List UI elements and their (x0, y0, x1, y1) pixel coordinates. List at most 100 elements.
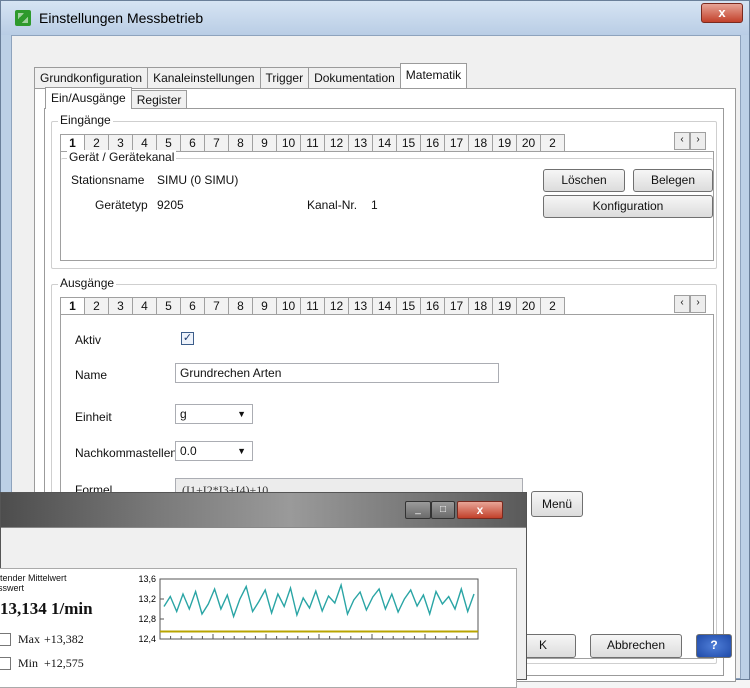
title-bar[interactable]: Einstellungen Messbetrieb x (1, 1, 749, 35)
output-channel-tab-15[interactable]: 15 (396, 297, 421, 315)
output-tab-scroller: ‹ › (674, 295, 706, 313)
output-channel-tabs: 1 2 3 4 5 6 7 8 9 10 11 12 13 14 15 16 17 18 19 20 2 (60, 297, 565, 315)
output-channel-tab-4[interactable]: 4 (132, 297, 157, 315)
aktiv-label: Aktiv (75, 333, 102, 347)
min-value: +12,575 (44, 656, 84, 670)
scroll-right-icon[interactable]: › (690, 132, 706, 150)
einheit-label: Einheit (75, 410, 112, 424)
name-input[interactable]: Grundrechen Arten (175, 363, 499, 383)
tab-matematik[interactable]: Matematik (399, 63, 468, 88)
chart-desc-line2: sswert (0, 583, 25, 593)
geraetetyp-value: 9205 (157, 198, 184, 212)
chart-close-button[interactable]: x (457, 501, 503, 519)
maximize-button[interactable]: □ (431, 501, 455, 519)
output-channel-tab-7[interactable]: 7 (204, 297, 229, 315)
output-channel-tab-10[interactable]: 10 (276, 297, 301, 315)
input-channel-tab-12[interactable]: 12 (324, 134, 349, 152)
output-channel-tab-2[interactable]: 2 (84, 297, 109, 315)
input-channel-tab-6[interactable]: 6 (180, 134, 205, 152)
max-value: +13,382 (44, 632, 84, 646)
max-checkbox[interactable] (0, 633, 11, 646)
output-channel-tab-6[interactable]: 6 (180, 297, 205, 315)
input-channel-tab-17[interactable]: 17 (444, 134, 469, 152)
output-channel-tab-9[interactable]: 9 (252, 297, 277, 315)
tab-ein-ausgaenge[interactable]: Ein/Ausgänge (45, 87, 132, 109)
stationsname-value: SIMU (0 SIMU) (157, 173, 239, 187)
tab-register[interactable]: Register (130, 90, 188, 109)
scroll-left-icon[interactable]: ‹ (674, 132, 690, 150)
y-tick-label: 12,8 (138, 614, 156, 624)
min-label: Min (18, 656, 39, 670)
aktiv-checkbox[interactable]: ✓ (181, 332, 194, 345)
input-tab-scroller: ‹ › (674, 132, 706, 150)
output-channel-tab-12[interactable]: 12 (324, 297, 349, 315)
scroll-right-icon[interactable]: › (690, 295, 706, 313)
minimize-button[interactable]: _ (405, 501, 431, 519)
help-button[interactable]: ? (696, 634, 732, 658)
min-checkbox[interactable] (0, 657, 11, 670)
menu-button[interactable]: Menü (531, 491, 583, 517)
tab-trigger[interactable]: Trigger (259, 67, 310, 88)
output-channel-tab-8[interactable]: 8 (228, 297, 253, 315)
loeschen-button[interactable]: Löschen (543, 169, 625, 192)
input-channel-tab-18[interactable]: 18 (468, 134, 493, 152)
chart-desc-line1: itender Mittelwert (0, 573, 67, 583)
output-channel-tab-21[interactable]: 2 (540, 297, 565, 315)
kanalnr-value: 1 (371, 198, 378, 212)
eingaenge-title: Eingänge (58, 113, 113, 127)
max-label: Max (18, 632, 40, 646)
geraet-group: Gerät / Gerätekanal Stationsname SIMU (0… (61, 150, 713, 256)
input-channel-tab-19[interactable]: 19 (492, 134, 517, 152)
output-channel-tab-19[interactable]: 19 (492, 297, 517, 315)
output-channel-tab-3[interactable]: 3 (108, 297, 133, 315)
konfiguration-button[interactable]: Konfiguration (543, 195, 713, 218)
input-channel-tab-7[interactable]: 7 (204, 134, 229, 152)
chart-title-bar[interactable]: _ □ x (1, 493, 526, 527)
ausgaenge-title: Ausgänge (58, 276, 117, 290)
scroll-left-icon[interactable]: ‹ (674, 295, 690, 313)
einheit-select[interactable]: g ▼ (175, 404, 253, 424)
einheit-value: g (180, 407, 187, 421)
kanalnr-label: Kanal-Nr. (307, 198, 358, 212)
input-channel-tab-8[interactable]: 8 (228, 134, 253, 152)
help-icon: ? (710, 638, 718, 652)
output-channel-tab-1[interactable]: 1 (60, 297, 85, 315)
output-channel-tab-20[interactable]: 20 (516, 297, 541, 315)
input-channel-tab-16[interactable]: 16 (420, 134, 445, 152)
input-channel-tab-11[interactable]: 11 (300, 134, 325, 152)
output-channel-tab-11[interactable]: 11 (300, 297, 325, 315)
chevron-down-icon: ▼ (237, 446, 246, 456)
input-channel-tab-10[interactable]: 10 (276, 134, 301, 152)
tab-kanaleinstellungen[interactable]: Kanaleinstellungen (147, 67, 261, 88)
input-channel-tab-20[interactable]: 20 (516, 134, 541, 152)
output-channel-tab-18[interactable]: 18 (468, 297, 493, 315)
belegen-button[interactable]: Belegen (633, 169, 713, 192)
close-button[interactable]: x (701, 3, 743, 23)
y-tick-label: 12,4 (138, 634, 156, 644)
nachkommastellen-label: Nachkommastellen (75, 446, 178, 460)
eingaenge-group: Eingänge 1 2 3 4 5 6 7 8 9 10 11 12 13 14 15 16 17 18 19 20… (51, 113, 717, 269)
abbrechen-button[interactable]: Abbrechen (590, 634, 682, 658)
input-channel-tab-21[interactable]: 2 (540, 134, 565, 152)
input-channel-tab-13[interactable]: 13 (348, 134, 373, 152)
output-channel-tab-16[interactable]: 16 (420, 297, 445, 315)
chevron-down-icon: ▼ (237, 409, 246, 419)
input-channel-tab-15[interactable]: 15 (396, 134, 421, 152)
chart-big-value: 13,134 1/min (0, 599, 93, 618)
nachkommastellen-select[interactable]: 0.0 ▼ (175, 441, 253, 461)
nachkommastellen-value: 0.0 (180, 444, 197, 458)
output-channel-tab-14[interactable]: 14 (372, 297, 397, 315)
output-channel-tab-5[interactable]: 5 (156, 297, 181, 315)
geraet-title: Gerät / Gerätekanal (67, 150, 177, 164)
input-channel-tab-9[interactable]: 9 (252, 134, 277, 152)
input-channel-tab-14[interactable]: 14 (372, 134, 397, 152)
name-label: Name (75, 368, 108, 382)
chart-window: _ □ x itender Mittelwert sswert 13,134 1… (0, 492, 527, 688)
tab-grundkonfiguration[interactable]: Grundkonfiguration (34, 67, 149, 88)
stationsname-label: Stationsname (71, 173, 145, 187)
chart-frame (159, 578, 479, 640)
output-channel-tab-13[interactable]: 13 (348, 297, 373, 315)
tab-dokumentation[interactable]: Dokumentation (308, 67, 401, 88)
output-channel-tab-17[interactable]: 17 (444, 297, 469, 315)
chart-client: itender Mittelwert sswert 13,134 1/min M… (0, 527, 526, 688)
